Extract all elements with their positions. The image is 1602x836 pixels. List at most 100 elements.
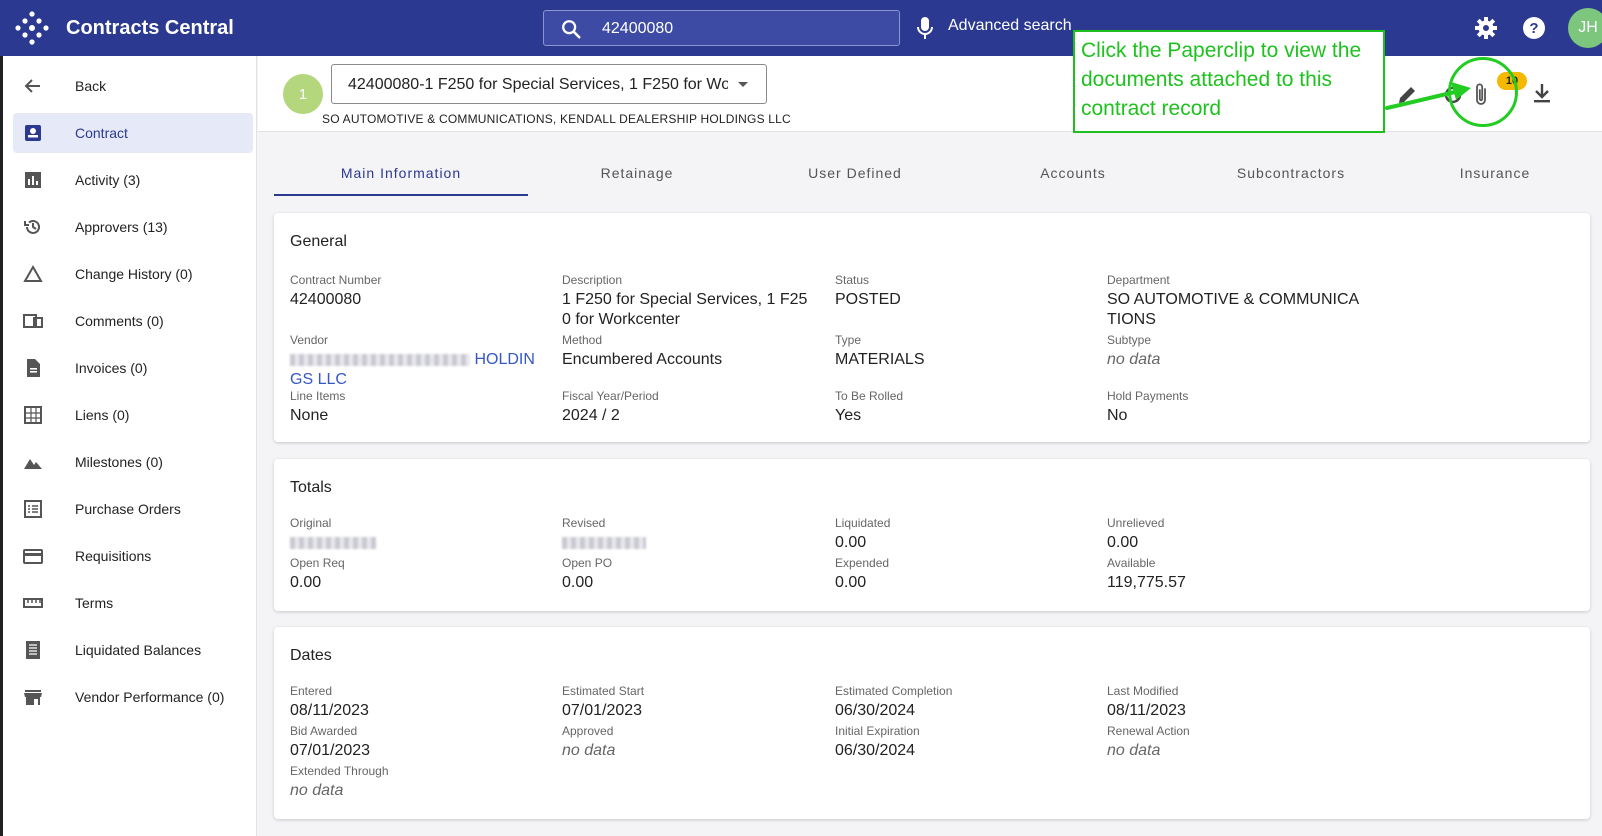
field-value: 119,775.57 bbox=[1107, 574, 1186, 591]
field-vendor: Vendor HOLDINGS LLC bbox=[290, 333, 546, 390]
field-available: Available 119,775.57 bbox=[1107, 556, 1357, 593]
field-label: Liquidated bbox=[835, 516, 891, 530]
field-value: 06/30/2024 bbox=[835, 702, 916, 719]
download-icon[interactable] bbox=[1532, 82, 1552, 104]
general-title: General bbox=[290, 233, 347, 250]
sidebar-item-approvers[interactable]: Approvers (13) bbox=[13, 207, 253, 247]
sidebar-item-label: Contract bbox=[75, 125, 128, 141]
field-expended: Expended 0.00 bbox=[835, 556, 1085, 593]
arrow-left-icon bbox=[24, 79, 40, 93]
card-icon bbox=[23, 549, 43, 564]
sidebar-item-label: Change History (0) bbox=[75, 266, 193, 282]
field-value: 0.00 bbox=[290, 574, 322, 591]
search-input[interactable] bbox=[602, 18, 882, 40]
field-value: 08/11/2023 bbox=[290, 702, 369, 719]
tab-accounts[interactable]: Accounts bbox=[964, 150, 1182, 196]
field-value: No bbox=[1107, 407, 1128, 424]
sidebar-item-liens[interactable]: Liens (0) bbox=[13, 395, 253, 435]
dates-title: Dates bbox=[290, 647, 332, 664]
sidebar-item-comments[interactable]: Comments (0) bbox=[13, 301, 253, 341]
step-indicator: 1 bbox=[283, 74, 323, 114]
sidebar-item-change-history[interactable]: Change History (0) bbox=[13, 254, 253, 294]
field-value: 07/01/2023 bbox=[562, 702, 643, 719]
app-logo-icon[interactable] bbox=[14, 10, 50, 46]
sidebar-item-vendor-performance[interactable]: Vendor Performance (0) bbox=[13, 677, 253, 717]
field-department: Department SO AUTOMOTIVE & COMMUNICATION… bbox=[1107, 273, 1361, 330]
sidebar: Back Contract Activity (3) Approvers (13… bbox=[0, 56, 257, 836]
field-label: Renewal Action bbox=[1107, 724, 1190, 738]
field-estimated-completion: Estimated Completion 06/30/2024 bbox=[835, 684, 1085, 721]
sidebar-item-contract[interactable]: Contract bbox=[13, 113, 253, 153]
field-label: Department bbox=[1107, 273, 1170, 287]
field-method: Method Encumbered Accounts bbox=[562, 333, 812, 370]
microphone-icon[interactable] bbox=[916, 16, 934, 40]
field-label: Expended bbox=[835, 556, 890, 570]
field-bid-awarded: Bid Awarded 07/01/2023 bbox=[290, 724, 540, 761]
tab-main-information[interactable]: Main Information bbox=[274, 150, 528, 196]
field-approved: Approved no data bbox=[562, 724, 812, 761]
mountain-icon bbox=[24, 459, 42, 469]
field-label: Method bbox=[562, 333, 603, 347]
field-label: Description bbox=[562, 273, 623, 287]
field-initial-expiration: Initial Expiration 06/30/2024 bbox=[835, 724, 1085, 761]
app-root: Contracts Central Advanced search bbox=[0, 0, 1602, 836]
field-label: Type bbox=[835, 333, 862, 347]
contract-subtitle: SO AUTOMOTIVE & COMMUNICATIONS, KENDALL … bbox=[322, 112, 791, 126]
contract-select-value: 42400080-1 F250 for Special Services, 1 … bbox=[348, 76, 728, 93]
field-label: Revised bbox=[562, 516, 606, 530]
sidebar-item-milestones[interactable]: Milestones (0) bbox=[13, 442, 253, 482]
help-icon[interactable]: ? bbox=[1522, 16, 1546, 40]
field-value: Encumbered Accounts bbox=[562, 351, 723, 368]
svg-text:?: ? bbox=[1529, 20, 1538, 37]
field-label: Open PO bbox=[562, 556, 613, 570]
tab-user-defined[interactable]: User Defined bbox=[746, 150, 964, 196]
sidebar-item-activity[interactable]: Activity (3) bbox=[13, 160, 253, 200]
field-label: Fiscal Year/Period bbox=[562, 389, 659, 403]
field-label: Subtype bbox=[1107, 333, 1152, 347]
field-label: Available bbox=[1107, 556, 1156, 570]
sidebar-item-back[interactable]: Back bbox=[13, 66, 253, 106]
field-value: 2024 / 2 bbox=[562, 407, 620, 424]
search-box[interactable] bbox=[543, 10, 900, 46]
search-icon[interactable] bbox=[560, 18, 582, 40]
sidebar-item-label: Milestones (0) bbox=[75, 454, 163, 470]
field-unrelieved: Unrelieved 0.00 bbox=[1107, 516, 1357, 553]
field-value: Yes bbox=[835, 407, 862, 424]
field-value-redacted bbox=[290, 533, 540, 553]
totals-title: Totals bbox=[290, 479, 332, 496]
contract-select[interactable]: 42400080-1 F250 for Special Services, 1 … bbox=[331, 64, 767, 104]
sidebar-item-label: Liens (0) bbox=[75, 407, 130, 423]
dates-card: Dates Entered 08/11/2023 Estimated Start… bbox=[274, 627, 1590, 819]
chevron-down-icon bbox=[738, 82, 748, 87]
field-line-items: Line Items None bbox=[290, 389, 540, 426]
sidebar-item-terms[interactable]: Terms bbox=[13, 583, 253, 623]
field-value-redacted bbox=[562, 533, 812, 553]
redacted-text bbox=[290, 353, 470, 366]
gear-icon[interactable] bbox=[1474, 16, 1498, 40]
field-hold-payments: Hold Payments No bbox=[1107, 389, 1357, 426]
sidebar-item-label: Activity (3) bbox=[75, 172, 141, 188]
sidebar-item-purchase-orders[interactable]: Purchase Orders bbox=[13, 489, 253, 529]
sidebar-item-label: Liquidated Balances bbox=[75, 642, 202, 658]
field-original: Original bbox=[290, 516, 540, 553]
field-renewal-action: Renewal Action no data bbox=[1107, 724, 1357, 761]
tab-insurance[interactable]: Insurance bbox=[1400, 150, 1590, 196]
sidebar-item-liquidated-balances[interactable]: Liquidated Balances bbox=[13, 630, 253, 670]
field-label: Initial Expiration bbox=[835, 724, 920, 738]
history-icon bbox=[24, 219, 40, 234]
tab-subcontractors[interactable]: Subcontractors bbox=[1182, 150, 1400, 196]
sidebar-item-requisitions[interactable]: Requisitions bbox=[13, 536, 253, 576]
vendor-link[interactable]: HOLDINGS LLC bbox=[290, 350, 546, 390]
sidebar-item-invoices[interactable]: Invoices (0) bbox=[13, 348, 253, 388]
user-avatar[interactable]: JH bbox=[1568, 8, 1602, 48]
advanced-search-link[interactable]: Advanced search bbox=[948, 17, 1072, 35]
field-value: no data bbox=[290, 782, 344, 799]
field-value: 0.00 bbox=[835, 574, 867, 591]
tab-retainage[interactable]: Retainage bbox=[528, 150, 746, 196]
contract-icon bbox=[25, 125, 41, 141]
field-label: Estimated Completion bbox=[835, 684, 953, 698]
list-icon bbox=[24, 500, 42, 518]
bar-chart-icon bbox=[25, 172, 41, 188]
field-status: Status POSTED bbox=[835, 273, 1085, 310]
app-title[interactable]: Contracts Central bbox=[66, 17, 234, 40]
